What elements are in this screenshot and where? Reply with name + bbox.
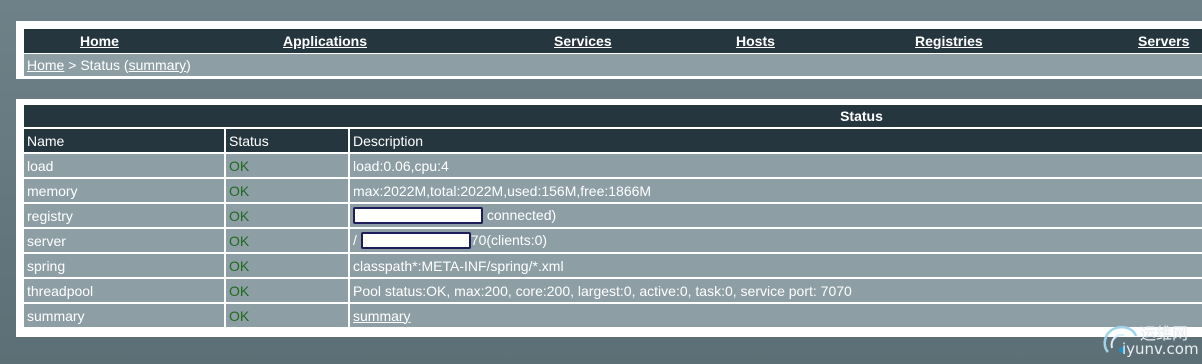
row-name: threadpool [24,279,226,304]
row-status: OK [226,254,350,279]
breadcrumb-summary-link[interactable]: summary [129,57,187,73]
row-name: spring [24,254,226,279]
breadcrumb-text: > Status ( [64,57,129,73]
nav-servers-link[interactable]: Servers [1138,33,1189,49]
table-row: load OK load:0.06,cpu:4 [24,154,1202,179]
row-name: registry [24,204,226,229]
row-name: load [24,154,226,179]
top-panel: Home Applications Services Hosts Registr… [16,21,1202,79]
table-row: memory OK max:2022M,total:2022M,used:156… [24,179,1202,204]
table-row: spring OK classpath*:META-INF/spring/*.x… [24,254,1202,279]
row-description: load:0.06,cpu:4 [350,154,1202,179]
table-row: summary OK summary [24,304,1202,329]
row-description: Pool status:OK, max:200, core:200, large… [350,279,1202,304]
row-description: / 70(clients:0) [350,229,1202,254]
status-table-title: Status [24,105,1202,129]
status-header-row: Name Status Description [24,129,1202,154]
watermark: 运维网 iyunv.com [1100,318,1200,362]
watermark-url: iyunv.com [1122,340,1199,358]
row-name: summary [24,304,226,329]
nav-home-link[interactable]: Home [80,33,119,49]
breadcrumb: Home > Status (summary) [24,54,1202,76]
row-status: OK [226,229,350,254]
row-name: memory [24,179,226,204]
redacted-block [353,207,483,225]
row-name: server [24,229,226,254]
column-header-description: Description [350,129,1202,154]
row-status: OK [226,204,350,229]
column-header-status: Status [226,129,350,154]
status-panel: Status Name Status Description load OK l… [16,99,1202,337]
table-row: server OK / 70(clients:0) [24,229,1202,254]
row-description-prefix: / [353,231,357,248]
summary-link[interactable]: summary [353,308,411,324]
table-row: threadpool OK Pool status:OK, max:200, c… [24,279,1202,304]
row-description: connected) [350,204,1202,229]
column-header-name: Name [24,129,226,154]
redacted-block [360,232,471,250]
breadcrumb-close: ) [186,57,191,73]
row-status: OK [226,179,350,204]
row-status: OK [226,154,350,179]
top-nav-bar: Home Applications Services Hosts Registr… [24,29,1202,53]
status-table: Status Name Status Description load OK l… [24,105,1202,329]
table-row: registry OK connected) [24,204,1202,229]
nav-registries-link[interactable]: Registries [915,33,983,49]
nav-services-link[interactable]: Services [554,33,612,49]
row-status: OK [226,279,350,304]
row-description: summary [350,304,1202,329]
status-title-row: Status [24,105,1202,129]
nav-hosts-link[interactable]: Hosts [736,33,775,49]
row-description-suffix: connected) [483,206,557,223]
row-description: classpath*:META-INF/spring/*.xml [350,254,1202,279]
row-description: max:2022M,total:2022M,used:156M,free:186… [350,179,1202,204]
row-description-suffix: 70(clients:0) [470,231,548,248]
breadcrumb-home-link[interactable]: Home [27,57,64,73]
nav-applications-link[interactable]: Applications [283,33,367,49]
row-status: OK [226,304,350,329]
